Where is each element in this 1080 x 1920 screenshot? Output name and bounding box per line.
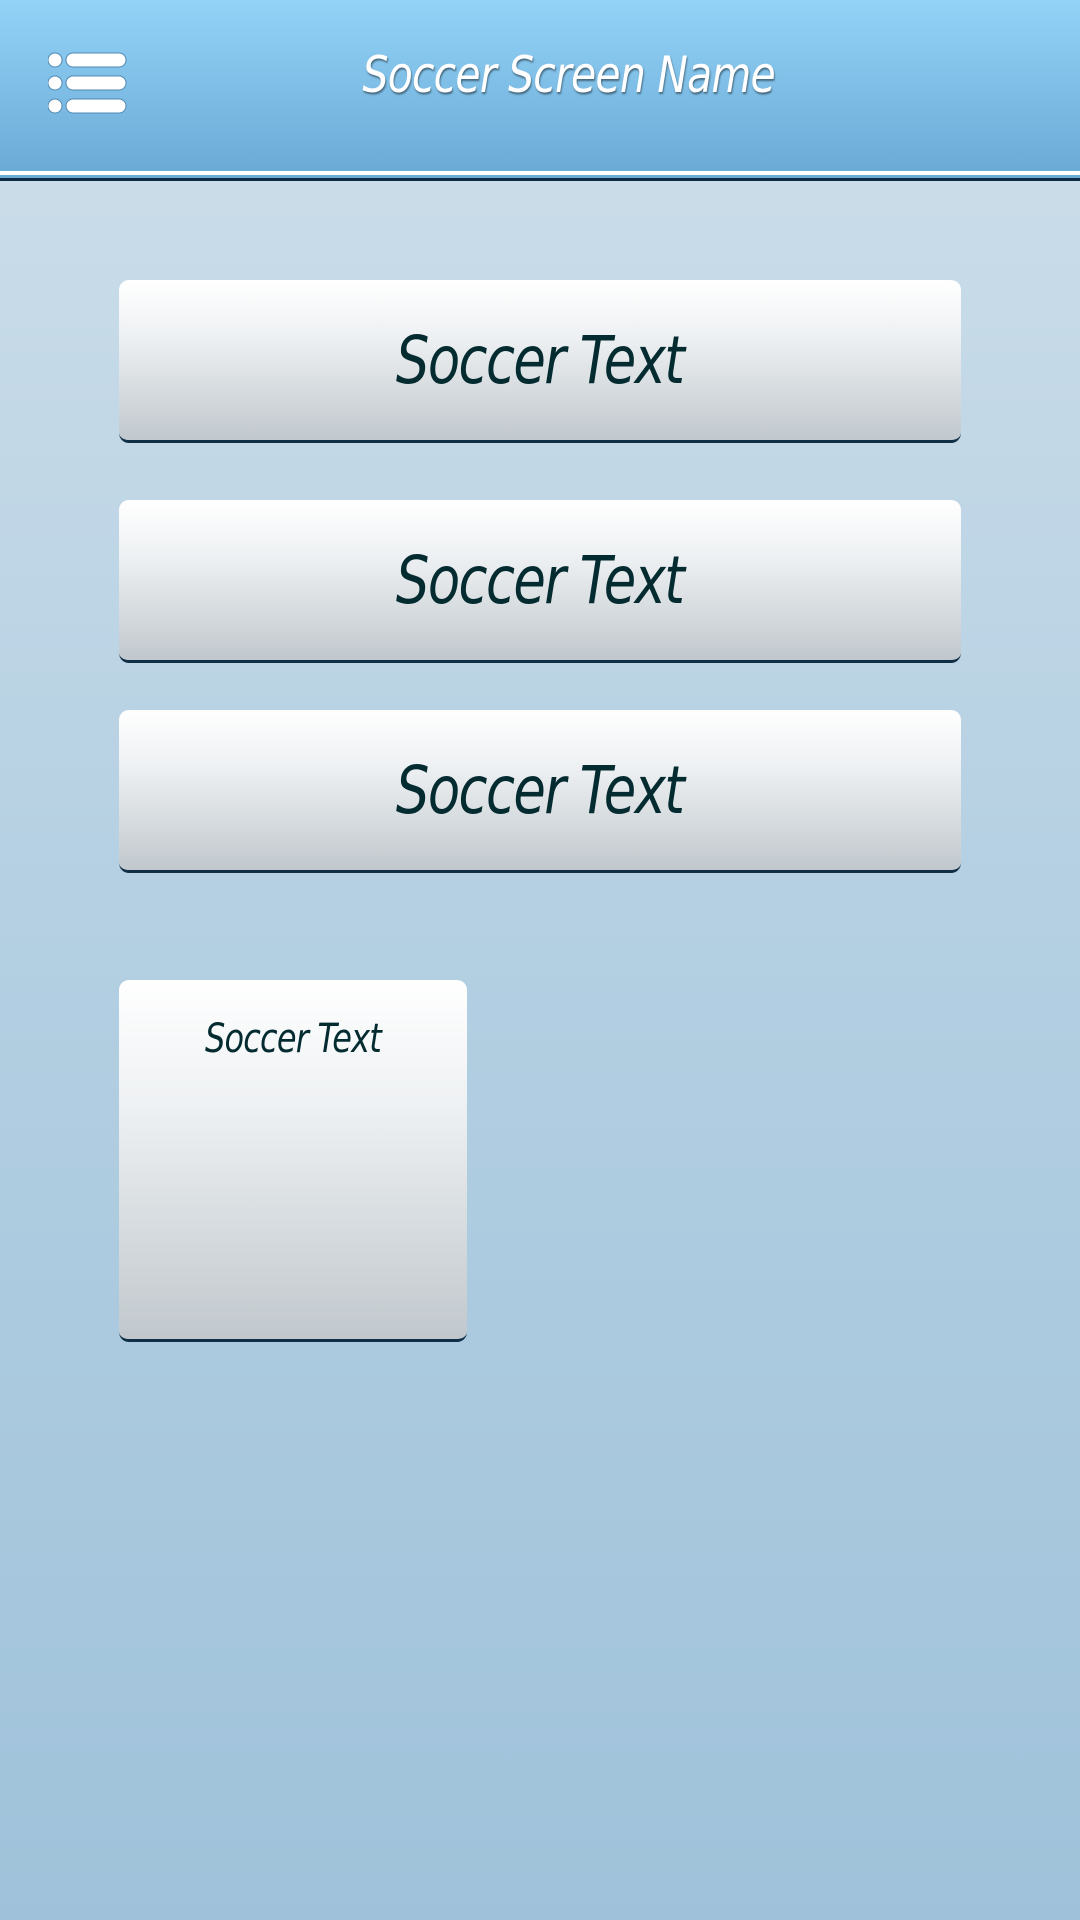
app-header: Soccer Screen Name [0, 0, 1080, 181]
soccer-button-3-label: Soccer Text [396, 751, 685, 829]
soccer-button-1-label: Soccer Text [396, 321, 685, 399]
soccer-tile[interactable]: Soccer Text [119, 980, 467, 1342]
soccer-button-1[interactable]: Soccer Text [119, 280, 961, 443]
soccer-tile-label: Soccer Text [204, 1016, 382, 1062]
screen-title: Soccer Screen Name [362, 46, 775, 104]
soccer-button-3[interactable]: Soccer Text [119, 710, 961, 873]
soccer-button-2[interactable]: Soccer Text [119, 500, 961, 663]
soccer-button-2-label: Soccer Text [396, 541, 685, 619]
